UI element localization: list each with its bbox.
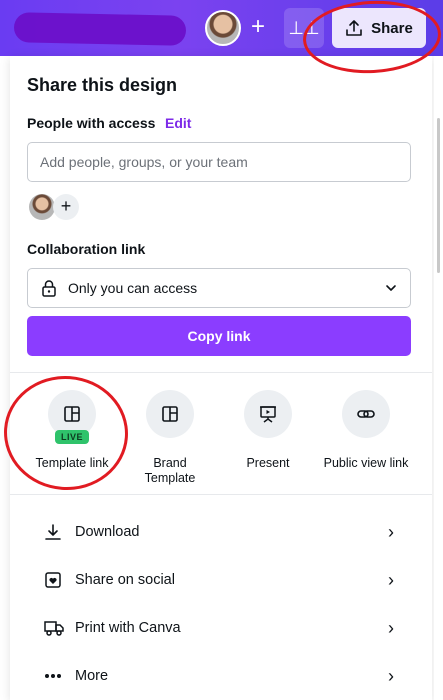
action-label: Print with Canva <box>75 620 181 636</box>
edit-access-link[interactable]: Edit <box>165 115 191 131</box>
option-label: Template link <box>35 456 109 470</box>
truck-icon <box>44 619 66 637</box>
add-people-input[interactable]: Add people, groups, or your team <box>27 142 411 182</box>
brand-template-icon <box>146 390 194 438</box>
share-button[interactable]: Share <box>332 8 426 48</box>
heart-icon <box>44 571 66 589</box>
access-level-select[interactable]: Only you can access <box>27 268 411 308</box>
action-share-on-social[interactable]: Share on social › <box>44 568 394 592</box>
option-label: Brand Template <box>144 456 196 485</box>
chevron-right-icon: › <box>388 569 394 590</box>
section-divider <box>10 494 432 495</box>
option-label: Present <box>246 456 290 470</box>
link-icon <box>342 390 390 438</box>
live-badge: LIVE <box>55 430 89 444</box>
chevron-right-icon: › <box>388 617 394 638</box>
lock-icon <box>42 280 56 297</box>
action-more[interactable]: More › <box>44 664 394 688</box>
redacted-scribble <box>13 12 187 46</box>
section-divider <box>10 372 432 373</box>
action-print-with-canva[interactable]: Print with Canva › <box>44 616 394 640</box>
upload-icon <box>346 20 362 36</box>
copy-link-button[interactable]: Copy link <box>27 316 411 356</box>
present-icon <box>244 390 292 438</box>
action-label: Download <box>75 524 140 540</box>
owner-avatar <box>29 194 55 220</box>
action-download[interactable]: Download › <box>44 520 394 544</box>
add-person-icon[interactable]: + <box>53 194 79 220</box>
option-present[interactable]: Present <box>220 390 316 471</box>
collaboration-link-label: Collaboration link <box>27 241 146 257</box>
option-label: Public view link <box>323 456 409 470</box>
download-icon <box>44 523 66 541</box>
access-avatars: + <box>29 194 79 220</box>
action-label: Share on social <box>75 572 175 588</box>
add-collaborator-icon[interactable]: + <box>244 14 272 42</box>
scrollbar-thumb[interactable] <box>437 118 440 273</box>
people-with-access-label: People with access <box>27 115 156 131</box>
panel-title: Share this design <box>27 75 178 95</box>
user-avatar[interactable] <box>205 10 241 46</box>
chevron-right-icon: › <box>388 665 394 686</box>
option-public-view-link[interactable]: Public view link <box>318 390 414 471</box>
option-brand-template[interactable]: Brand Template <box>122 390 218 486</box>
share-button-label: Share <box>371 19 413 37</box>
stats-icon[interactable]: ⊥⊥ <box>284 8 324 48</box>
action-label: More <box>75 668 109 684</box>
more-icon <box>44 673 66 679</box>
access-level-value: Only you can access <box>68 280 198 296</box>
chevron-down-icon <box>386 285 396 291</box>
chevron-right-icon: › <box>388 521 394 542</box>
